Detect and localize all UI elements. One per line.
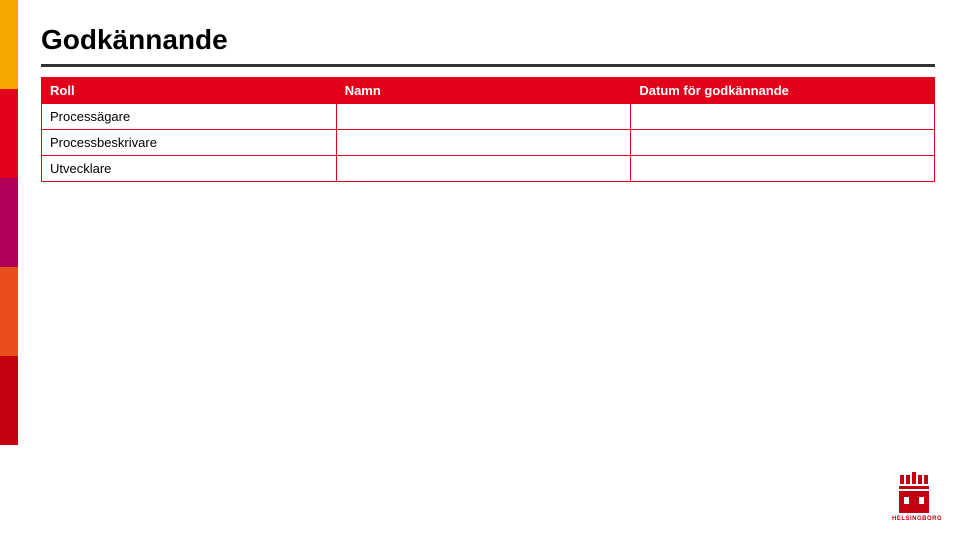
sidebar-seg-3 <box>0 178 18 267</box>
decorative-sidebar <box>0 0 18 445</box>
cell-namn <box>336 104 631 130</box>
cell-roll: Utvecklare <box>42 156 337 182</box>
cell-datum <box>631 156 935 182</box>
cell-namn <box>336 156 631 182</box>
sidebar-seg-1 <box>0 0 18 89</box>
sidebar-seg-5 <box>0 356 18 445</box>
table-row: Processbeskrivare <box>42 130 935 156</box>
col-header-roll: Roll <box>42 78 337 104</box>
slide-content: Godkännande Roll Namn Datum för godkänna… <box>41 24 935 182</box>
cell-datum <box>631 104 935 130</box>
approval-table: Roll Namn Datum för godkännande Processä… <box>41 77 935 182</box>
cell-roll: Processägare <box>42 104 337 130</box>
logo-band <box>899 486 929 489</box>
table-row: Utvecklare <box>42 156 935 182</box>
logo-crown-icon <box>900 472 928 484</box>
sidebar-seg-2 <box>0 89 18 178</box>
cell-roll: Processbeskrivare <box>42 130 337 156</box>
col-header-namn: Namn <box>336 78 631 104</box>
sidebar-seg-4 <box>0 267 18 356</box>
table-header-row: Roll Namn Datum för godkännande <box>42 78 935 104</box>
logo-text: HELSINGBORG <box>892 516 936 522</box>
logo-castle-icon <box>899 491 929 513</box>
cell-namn <box>336 130 631 156</box>
helsingborg-logo: HELSINGBORG <box>892 472 936 522</box>
title-underline <box>41 64 935 67</box>
table-row: Processägare <box>42 104 935 130</box>
cell-datum <box>631 130 935 156</box>
page-title: Godkännande <box>41 24 935 62</box>
col-header-datum: Datum för godkännande <box>631 78 935 104</box>
